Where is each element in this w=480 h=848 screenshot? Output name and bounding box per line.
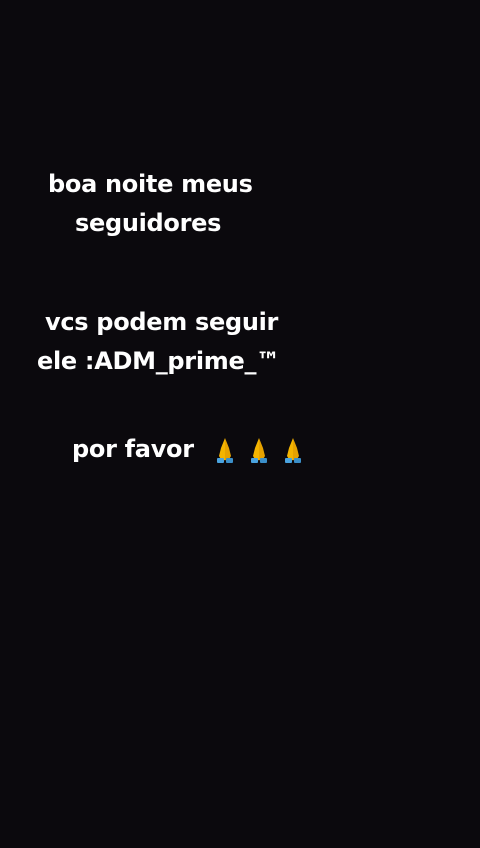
text-line-followers: seguidores bbox=[75, 209, 222, 237]
folded-hands-icon bbox=[250, 438, 267, 463]
emoji-group bbox=[212, 436, 306, 464]
folded-hands-icon bbox=[216, 438, 233, 463]
folded-hands-icon bbox=[284, 438, 301, 463]
text-line-please: por favor bbox=[72, 434, 306, 464]
text-line-account-name: ele :ADM_prime_™ bbox=[37, 347, 280, 375]
please-label: por favor bbox=[72, 435, 194, 463]
story-screen: boa noite meus seguidores vcs podem segu… bbox=[0, 0, 480, 848]
text-line-greeting: boa noite meus bbox=[48, 170, 253, 198]
text-line-can-follow: vcs podem seguir bbox=[45, 308, 279, 336]
